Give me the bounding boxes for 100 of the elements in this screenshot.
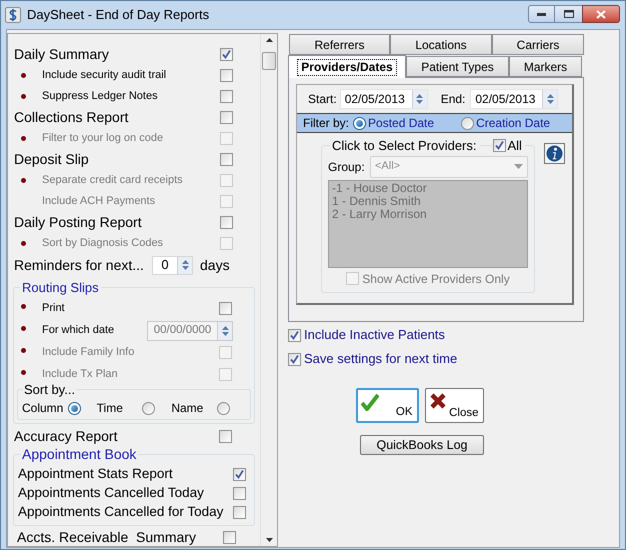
checkbox-label: Save settings for next time [304, 350, 458, 368]
checkbox[interactable] [220, 48, 233, 61]
tab[interactable]: Referrers [289, 34, 390, 55]
bullet-icon [21, 348, 26, 352]
up-arrow-icon [546, 94, 554, 98]
tab[interactable]: Carriers [492, 34, 584, 55]
checkbox[interactable] [233, 487, 246, 500]
checkbox[interactable] [220, 69, 233, 82]
quickbooks-log-button[interactable]: QuickBooks Log [360, 435, 484, 455]
group-label: Group: [328, 158, 366, 176]
checkbox[interactable] [233, 506, 246, 519]
checkbox[interactable] [219, 430, 232, 442]
group-title: Click to Select Providers: [331, 137, 478, 155]
option-label: Appointments Cancelled Today [18, 484, 205, 502]
checkbox[interactable] [220, 111, 233, 124]
group-title: Routing Slips [21, 279, 100, 297]
down-arrow-icon [416, 100, 424, 104]
maximize-button[interactable] [555, 5, 582, 23]
group-title: Appointment Book [21, 445, 138, 464]
section-label: Accts. Receivable Summary [16, 528, 197, 547]
checkbox-label: Include Inactive Patients [304, 326, 445, 344]
days-label: days [200, 256, 230, 275]
spin-button[interactable] [177, 256, 192, 274]
tab[interactable]: Markers [509, 56, 582, 77]
checkbox[interactable] [219, 302, 232, 315]
option-label: Include Tx Plan [42, 367, 119, 382]
maximize-icon [564, 10, 574, 18]
section-label: Daily Posting Report [13, 213, 143, 232]
down-arrow-icon [222, 332, 228, 336]
minimize-button[interactable] [528, 5, 555, 23]
checkbox[interactable] [220, 153, 233, 166]
ok-button[interactable]: OK [356, 388, 418, 423]
tab[interactable]: Providers/Dates [288, 55, 406, 78]
end-date-field[interactable]: 02/05/2013 [470, 89, 558, 109]
close-button[interactable] [582, 5, 620, 23]
x-icon [428, 392, 446, 410]
option-label: Include ACH Payments [42, 194, 156, 210]
checkbox[interactable] [220, 90, 233, 103]
radio-button[interactable] [461, 116, 474, 130]
spin-button[interactable] [542, 90, 558, 108]
window-title: DaySheet - End of Day Reports [27, 6, 210, 24]
section-label: Deposit Slip [13, 150, 90, 169]
bullet-icon [21, 370, 26, 374]
checkbox[interactable] [288, 328, 301, 342]
radio-label: Time [96, 400, 124, 417]
section-label: Daily Summary [13, 45, 110, 64]
up-arrow-icon [222, 326, 228, 330]
checkbox[interactable] [346, 272, 360, 285]
spin-button[interactable] [412, 90, 427, 108]
bullet-icon [21, 326, 26, 330]
close-button[interactable]: Close [424, 388, 484, 423]
up-arrow-icon [416, 94, 424, 98]
group-title: Sort by... [23, 380, 76, 399]
down-arrow-icon [546, 100, 554, 104]
up-arrow-icon [182, 260, 188, 264]
date-field[interactable]: 00/00/0000 [147, 320, 233, 340]
tab[interactable]: Locations [390, 34, 492, 55]
checkbox[interactable] [492, 139, 506, 152]
option-label: Include security audit trail [42, 68, 168, 84]
radio-label: Column [22, 400, 64, 417]
app-icon [5, 7, 21, 23]
scroll-down-icon[interactable] [266, 538, 272, 542]
bullet-icon [21, 304, 26, 308]
checkbox[interactable] [233, 468, 246, 481]
section-label: Accuracy Report [13, 426, 118, 446]
filter-label: Filter by: [303, 115, 350, 132]
option-label: Appointments Cancelled for Today [18, 503, 224, 522]
checkbox[interactable] [223, 530, 236, 544]
scroll-up-icon[interactable] [266, 38, 272, 42]
radio-button[interactable] [353, 116, 366, 130]
radio-button[interactable] [142, 402, 156, 414]
close-icon [596, 10, 606, 18]
down-arrow-icon [182, 266, 188, 270]
check-icon [360, 393, 378, 411]
checkbox[interactable] [288, 352, 301, 366]
radio-button[interactable] [68, 402, 81, 414]
scrollbar[interactable] [260, 34, 277, 546]
start-label: Start: [308, 91, 337, 108]
option-label: Appointment Stats Report [18, 465, 174, 484]
spin-button[interactable] [217, 322, 232, 340]
minimize-icon [537, 12, 546, 16]
tab[interactable]: Patient Types [406, 56, 509, 77]
days-spin-field[interactable]: 0 [152, 256, 193, 274]
dropdown-arrow-icon [514, 164, 523, 169]
scroll-thumb[interactable] [262, 52, 276, 70]
radio-label: Creation Date [476, 115, 550, 132]
option-label: Suppress Ledger Notes [42, 89, 159, 104]
option-label: Separate credit card receipts [42, 173, 184, 188]
info-icon[interactable] [544, 143, 565, 164]
radio-button[interactable] [216, 402, 230, 414]
option-label: Sort by Diagnosis Codes [42, 236, 164, 252]
checkbox[interactable] [220, 216, 233, 229]
start-date-field[interactable]: 02/05/2013 [340, 89, 428, 109]
checkbox-label: Show Active Providers Only [362, 270, 510, 288]
option-label: Print [42, 301, 66, 316]
option-label: Include Family Info [42, 345, 136, 360]
radio-label: Name [171, 400, 204, 417]
radio-label: Posted Date [368, 115, 434, 132]
end-label: End: [440, 91, 466, 108]
option-label: For which date [42, 323, 116, 338]
